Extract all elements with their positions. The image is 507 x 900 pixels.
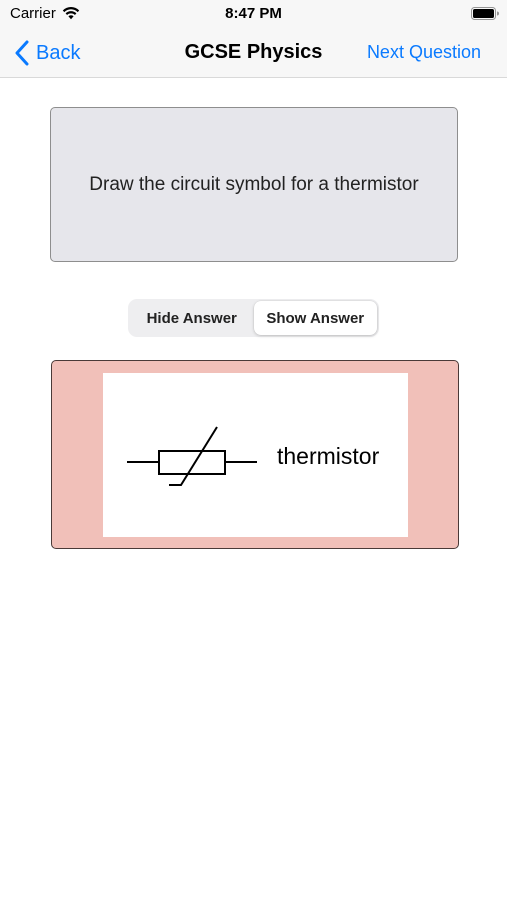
answer-toggle: Hide Answer Show Answer xyxy=(128,299,379,337)
answer-card: thermistor xyxy=(51,360,459,549)
clock: 8:47 PM xyxy=(225,5,282,22)
hide-answer-segment[interactable]: Hide Answer xyxy=(130,301,254,335)
next-question-button[interactable]: Next Question xyxy=(367,42,481,63)
question-card: Draw the circuit symbol for a thermistor xyxy=(50,107,458,262)
question-text: Draw the circuit symbol for a thermistor xyxy=(89,173,419,195)
navigation-bar: Back GCSE Physics Next Question xyxy=(0,28,507,78)
answer-image: thermistor xyxy=(103,373,408,537)
screen: Carrier 8:47 PM Back GCSE Physics Next Q… xyxy=(0,0,507,900)
answer-label: thermistor xyxy=(277,443,380,469)
status-bar: Carrier 8:47 PM xyxy=(0,0,507,28)
back-label: Back xyxy=(36,41,81,64)
battery-icon xyxy=(471,7,499,20)
chevron-left-icon xyxy=(15,40,29,66)
show-answer-segment[interactable]: Show Answer xyxy=(253,301,377,335)
back-button[interactable]: Back xyxy=(14,38,80,68)
thermistor-symbol-icon xyxy=(127,426,257,486)
